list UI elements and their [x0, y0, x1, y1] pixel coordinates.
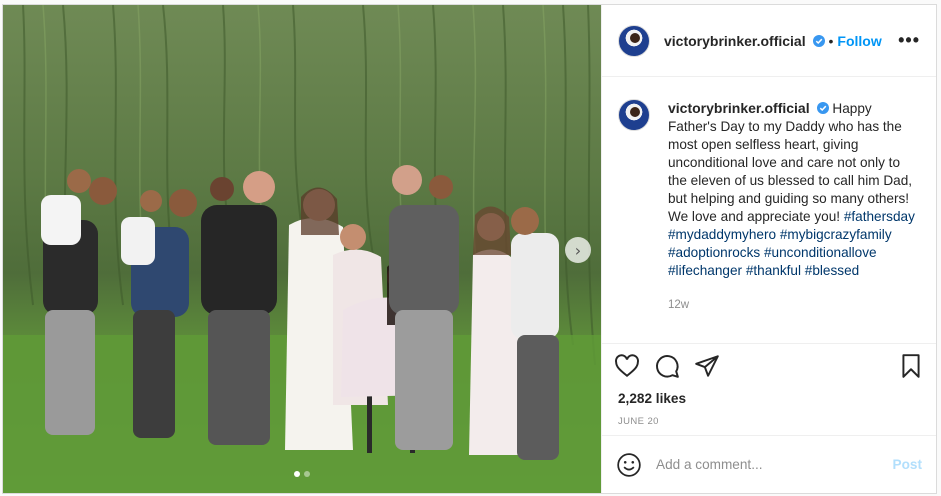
carousel-dot-active: [294, 471, 300, 477]
carousel-dot: [304, 471, 310, 477]
caption-username-text[interactable]: victorybrinker.official: [668, 100, 810, 116]
post-time-ago: 12w: [668, 299, 690, 311]
likes-count[interactable]: 2,282 likes: [618, 391, 686, 406]
comment-bar: Post: [602, 435, 936, 493]
follow-button[interactable]: Follow: [837, 33, 881, 49]
smiley-icon[interactable]: [616, 452, 642, 478]
caption-section: victorybrinker.official Happy Father's D…: [602, 77, 936, 343]
caption-avatar[interactable]: [618, 99, 650, 131]
comment-input[interactable]: [656, 457, 893, 472]
comment-bubble-icon[interactable]: [654, 353, 680, 379]
family-photo-illustration: [3, 5, 601, 493]
verified-badge-icon: [812, 34, 825, 47]
caption-username[interactable]: victorybrinker.official: [668, 100, 832, 116]
post-photo[interactable]: ›: [3, 5, 601, 493]
post-side-panel: victorybrinker.official • Follow ••• vic…: [601, 5, 936, 493]
post-comment-button[interactable]: Post: [893, 457, 922, 472]
avatar[interactable]: [618, 24, 650, 57]
action-bar: [602, 343, 936, 387]
post-header: victorybrinker.official • Follow •••: [602, 5, 936, 77]
bookmark-icon[interactable]: [898, 353, 924, 379]
paper-plane-icon[interactable]: [694, 353, 720, 379]
caption-body: victorybrinker.official Happy Father's D…: [668, 99, 920, 343]
verified-badge-icon: [816, 102, 829, 114]
more-options-button[interactable]: •••: [898, 30, 920, 51]
carousel-next-button[interactable]: ›: [565, 237, 591, 263]
heart-icon[interactable]: [614, 353, 640, 379]
header-username[interactable]: victorybrinker.official: [664, 33, 825, 49]
instagram-post: › victorybrinker.official • Follow ••• v…: [2, 4, 937, 494]
header-username-text[interactable]: victorybrinker.official: [664, 33, 806, 49]
post-date: JUNE 20: [618, 416, 659, 427]
caption-text: Happy Father's Day to my Daddy who has t…: [668, 101, 913, 224]
carousel-dots: [3, 471, 601, 477]
header-separator: •: [828, 32, 834, 49]
